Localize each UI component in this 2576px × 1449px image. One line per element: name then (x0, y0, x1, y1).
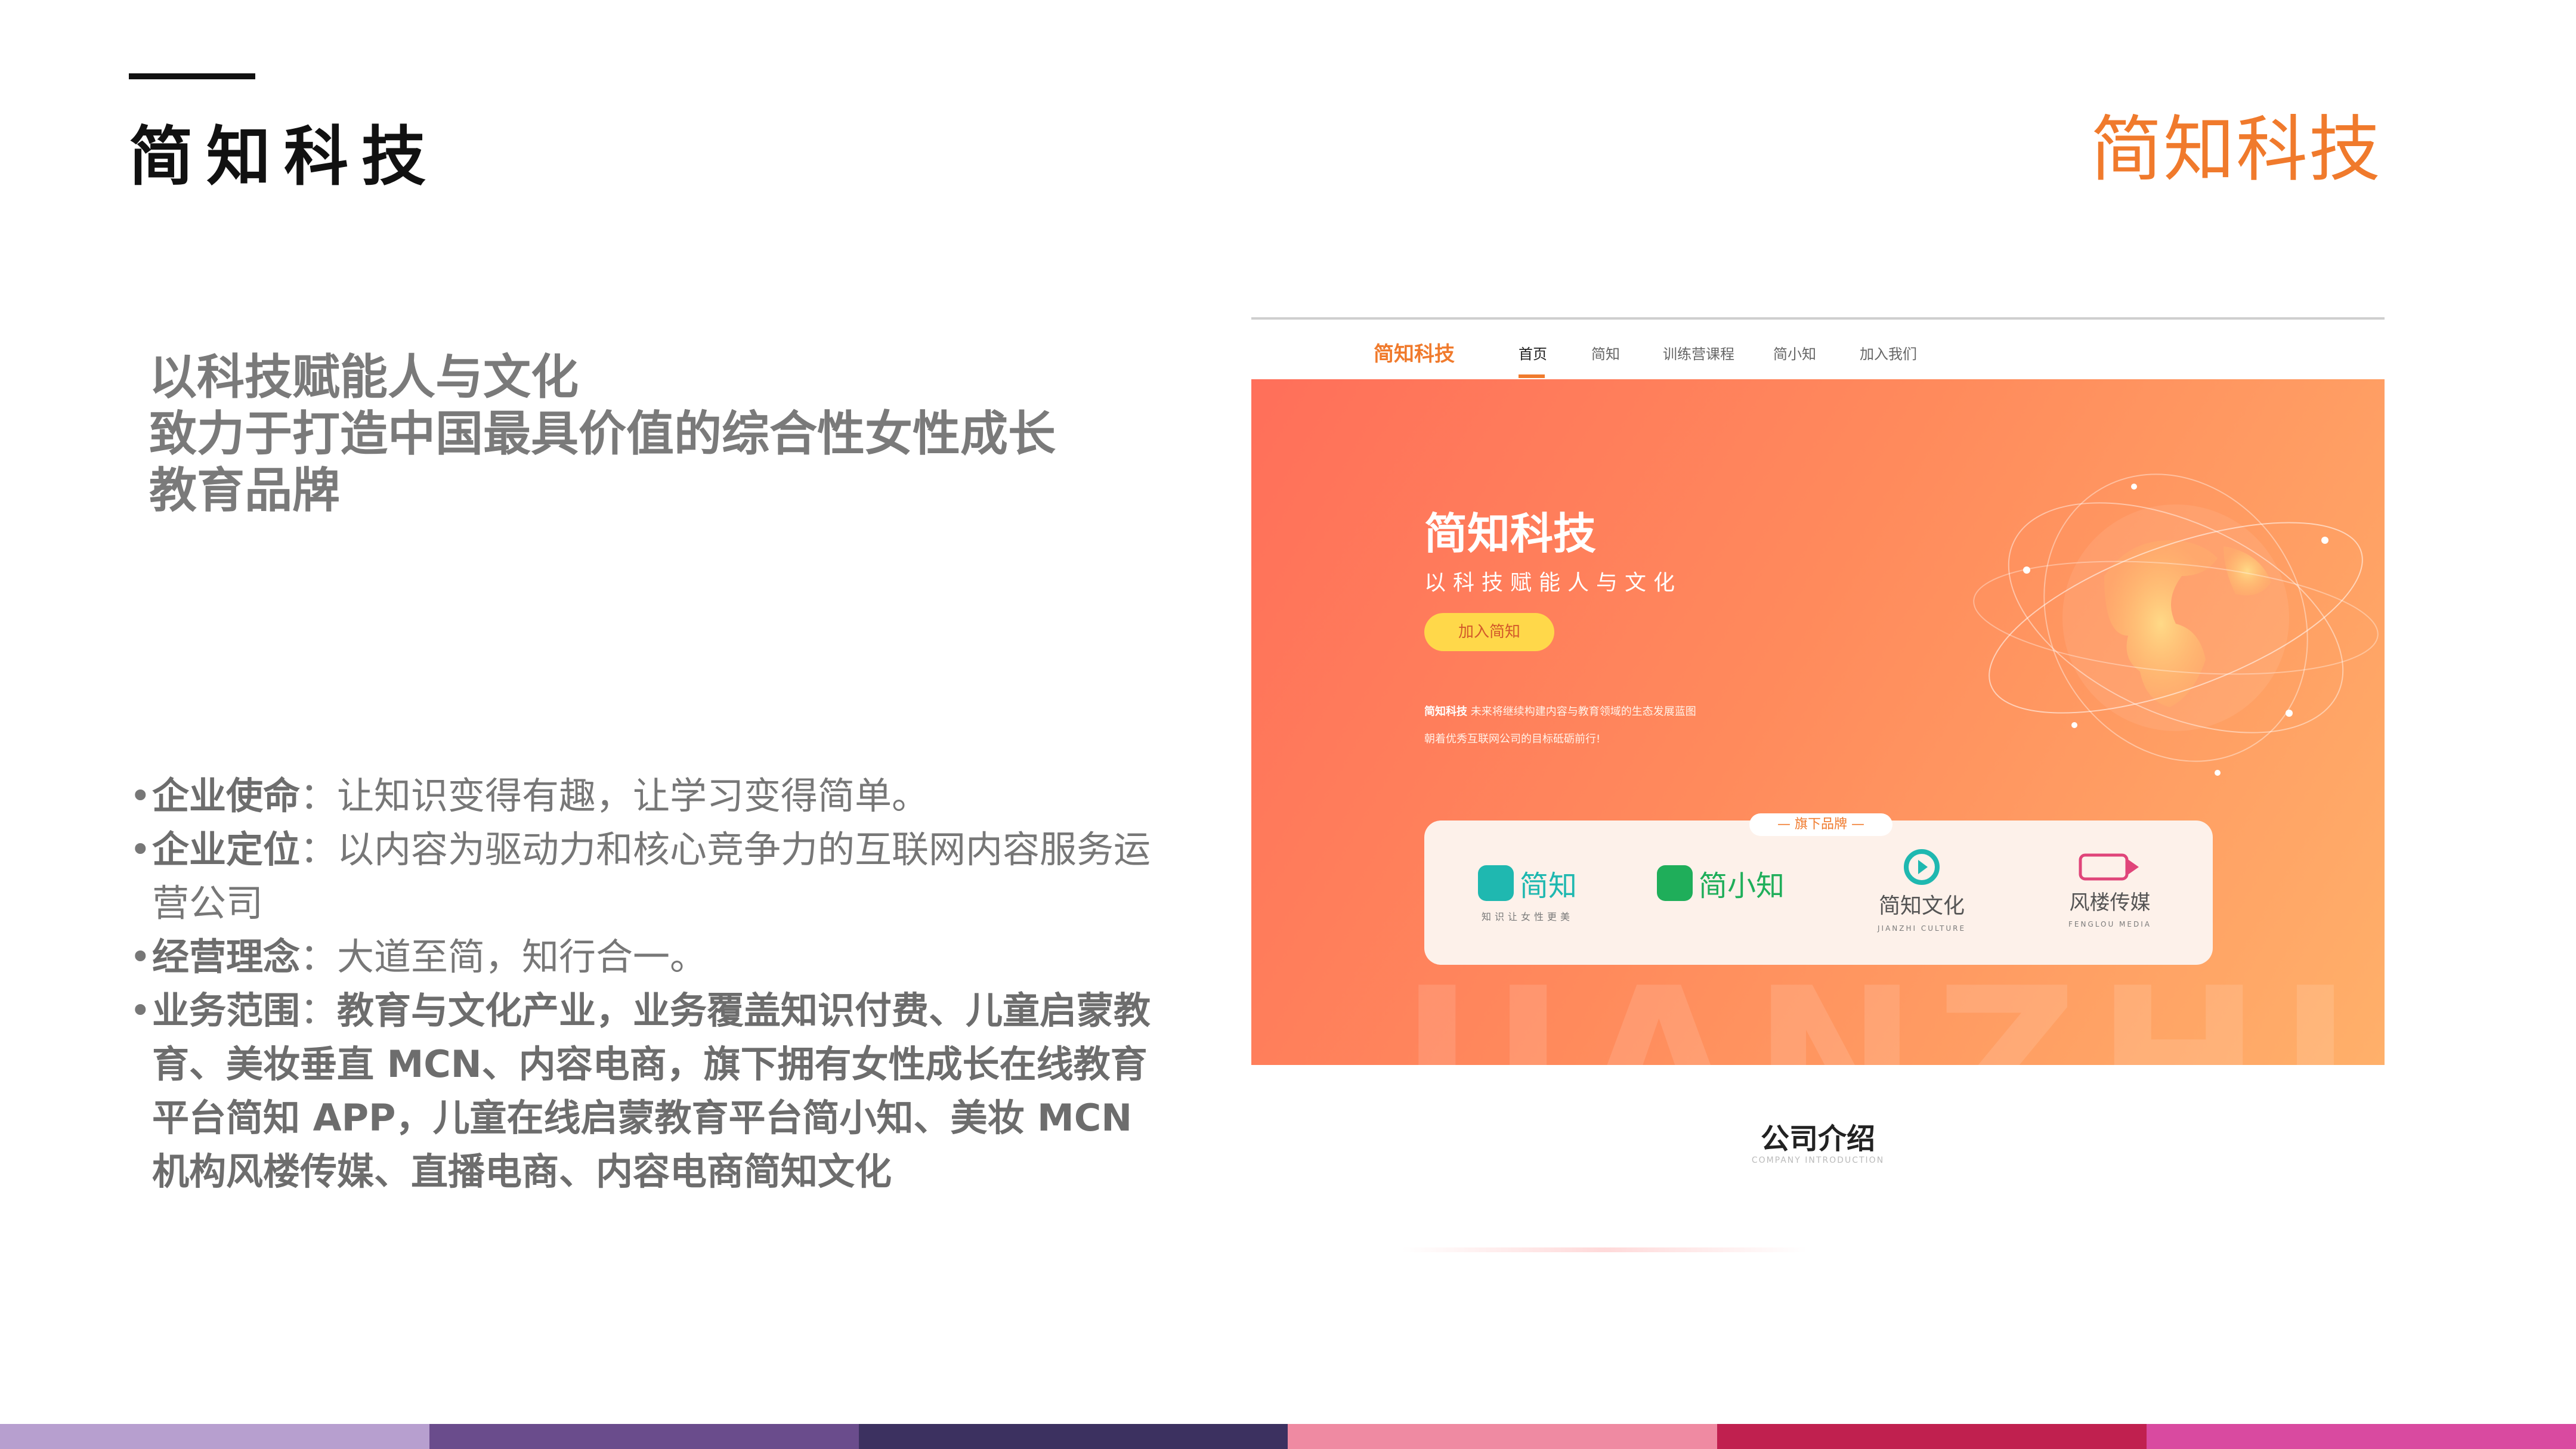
bullet-dot: • (129, 935, 151, 979)
brands-tag: — 旗下品牌 — (1749, 813, 1892, 836)
brand-name: 简知 (1520, 869, 1578, 903)
headline-line: 致力于打造中国最具价值的综合性女性成长 (149, 406, 1056, 462)
nav-courses[interactable]: 训练营课程 (1663, 342, 1734, 363)
bullet-value: 大道至简，知行合一。 (337, 935, 707, 979)
intro-divider (1402, 1247, 1807, 1252)
bullet-value: 让知识变得有趣，让学习变得简单。 (337, 774, 929, 818)
brand-caption: FENGLOU MEDIA (2068, 920, 2151, 928)
color-bar-segment (429, 1424, 859, 1449)
color-bar-segment (1288, 1424, 1718, 1449)
bottom-color-bar (0, 1424, 2576, 1449)
nav-active-indicator (1519, 374, 1545, 378)
jianzhi-app-icon (1478, 865, 1514, 901)
hero-title: 简知科技 (1424, 509, 1597, 559)
bullet-dot: • (129, 828, 151, 871)
fenglou-media-icon (2079, 853, 2139, 881)
bullet-sep: ： (300, 828, 338, 871)
bullet-key: 业务范围 (152, 989, 301, 1032)
brands-card: — 旗下品牌 — 简知 知识让女性更美 简小知 简知文化 JIANZHI CUL… (1424, 813, 2213, 965)
color-bar-segment (1717, 1424, 2147, 1449)
bullet-key: 经营理念 (152, 935, 301, 979)
bullet-dot: • (129, 989, 151, 1032)
hero-desc-line2: 朝着优秀互联网公司的目标砥砺前行! (1424, 733, 1601, 745)
brand-caption: JIANZHI CULTURE (1878, 924, 1966, 933)
hero-desc-line1: 未来将继续构建内容与教育领域的生态发展蓝图 (1467, 705, 1696, 718)
company-intro-subtitle: COMPANY INTRODUCTION (1751, 1156, 1885, 1165)
hero-description: 简知科技 未来将继续构建内容与教育领域的生态发展蓝图 朝着优秀互联网公司的目标砥… (1424, 698, 1696, 753)
website-screenshot: 简知科技 首页 简知 训练营课程 简小知 加入我们 JIANZHI 简知科技 以… (1251, 317, 2385, 1065)
color-bar-segment (2147, 1424, 2576, 1449)
bullet-positioning: • 企业定位：以内容为驱动力和核心竞争力的互联网内容服务运营公司 (128, 823, 1154, 930)
bullet-sep: ： (300, 989, 338, 1032)
nav-jianzhi[interactable]: 简知 (1591, 342, 1620, 363)
nav-jianxiaozhi[interactable]: 简小知 (1773, 342, 1816, 363)
jianxiaozhi-app-icon (1657, 865, 1693, 901)
headline-line: 以科技赋能人与文化 (149, 349, 579, 405)
brand-jianzhi[interactable]: 简知 知识让女性更美 (1478, 862, 1577, 923)
company-intro-section: 公司介绍 COMPANY INTRODUCTION (1251, 1115, 2385, 1175)
bullet-sep: ： (300, 774, 338, 818)
slide-title: 简知科技 (129, 120, 440, 194)
company-intro-title: 公司介绍 (1760, 1122, 1875, 1156)
hero-subtitle: 以科技赋能人与文化 (1424, 571, 1683, 595)
headline-line: 教育品牌 (149, 463, 340, 518)
site-logo[interactable]: 简知科技 (1374, 338, 1455, 367)
brand-name: 风楼传媒 (2069, 891, 2151, 915)
bullet-philosophy: • 经营理念：大道至简，知行合一。 (128, 930, 1154, 984)
bullet-list: • 企业使命：让知识变得有趣，让学习变得简单。 • 企业定位：以内容为驱动力和核心竞… (128, 769, 1154, 1199)
hero-desc-bold: 简知科技 (1424, 705, 1467, 718)
brand-jianzhi-culture[interactable]: 简知文化 JIANZHI CULTURE (1878, 844, 1966, 933)
jianzhi-culture-icon (1904, 849, 1940, 885)
bullet-mission: • 企业使命：让知识变得有趣，让学习变得简单。 (128, 769, 1154, 823)
brand-caption: 知识让女性更美 (1482, 911, 1574, 922)
title-rule (129, 73, 255, 79)
globe-graphic (1973, 473, 2379, 776)
nav-join-us[interactable]: 加入我们 (1860, 342, 1917, 363)
bullet-key: 企业使命 (152, 774, 301, 818)
color-bar-segment (0, 1424, 429, 1449)
join-button[interactable]: 加入简知 (1424, 613, 1554, 651)
color-bar-segment (858, 1424, 1288, 1449)
brand-name: 简小知 (1699, 869, 1785, 903)
bullet-business-scope: • 业务范围：教育与文化产业，业务覆盖知识付费、儿童启蒙教育、美妆垂直 MCN、内… (128, 984, 1154, 1199)
nav-home[interactable]: 首页 (1519, 342, 1547, 363)
bullet-key: 企业定位 (152, 828, 301, 871)
site-nav: 简知科技 首页 简知 训练营课程 简小知 加入我们 (1251, 320, 2385, 379)
bullet-dot: • (129, 774, 151, 818)
brand-name: 简知文化 (1879, 894, 1965, 918)
bullet-sep: ： (300, 935, 338, 979)
hero-banner: JIANZHI 简知科技 以科技赋能人与文化 加入简知 简知科技 未来将继续构建… (1251, 379, 2385, 1065)
brand-fenglou-media[interactable]: 风楼传媒 FENGLOU MEDIA (2068, 850, 2151, 928)
brand-logo: 简知科技 (2091, 109, 2382, 191)
headline: 以科技赋能人与文化 致力于打造中国最具价值的综合性女性成长 教育品牌 (149, 349, 1163, 519)
brand-jianxiaozhi[interactable]: 简小知 (1657, 862, 1785, 909)
